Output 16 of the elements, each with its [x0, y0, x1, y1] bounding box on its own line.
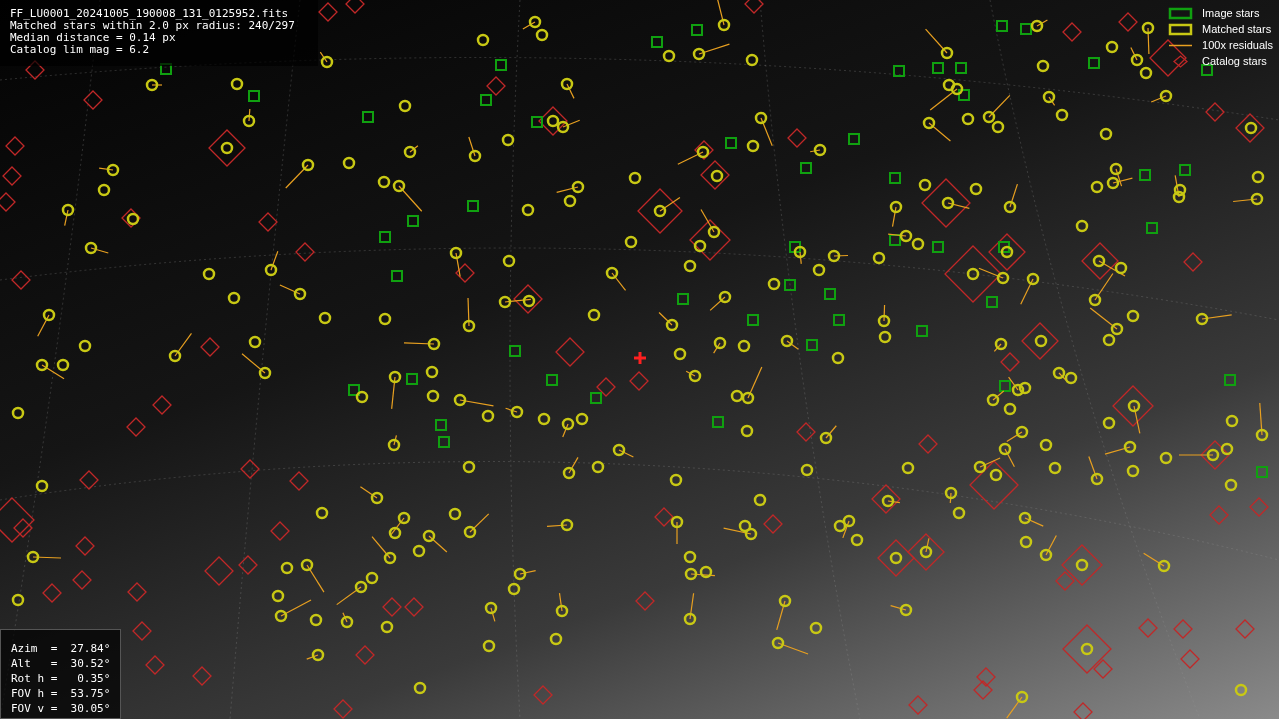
info-text: Matched stars within 2.0 px radius: 240/297 [10, 20, 296, 32]
pointing-text: FOV v = 30.05° [11, 701, 112, 716]
info-text: FF_LU0001_20241005_190008_131_0125952.fits [10, 8, 290, 20]
pointing-text: FOV h = 53.75° [11, 686, 112, 701]
pointing-text: Rot h = 0.35° [11, 671, 112, 686]
legend-label: 100x residuals [1202, 38, 1273, 52]
legend-label: Image stars [1202, 6, 1260, 20]
pointing-text: Azim = 27.84° [11, 641, 112, 656]
legend-label: Matched stars [1202, 22, 1272, 36]
image-star-marker-icon [1168, 6, 1194, 20]
legend-label: Catalog stars [1202, 54, 1267, 68]
info-text: Catalog lim mag = 6.2 [10, 44, 151, 56]
matched-star-marker-icon [1168, 22, 1194, 36]
crosshair-icon [634, 352, 646, 364]
info-text: Median distance = 0.14 px [10, 32, 177, 44]
pointing-text: Alt = 30.52° [11, 656, 112, 671]
